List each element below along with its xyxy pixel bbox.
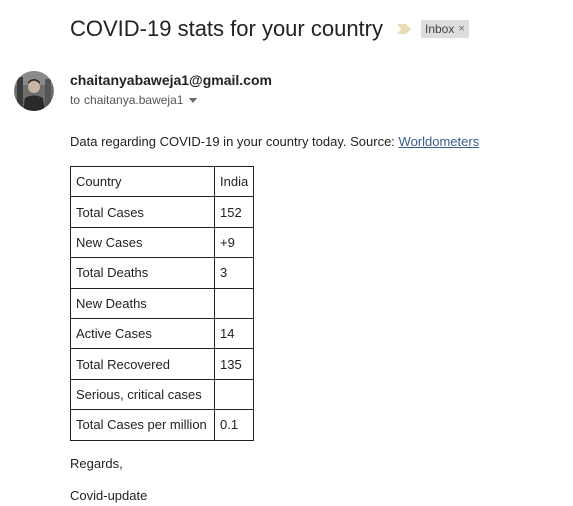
chevron-down-icon[interactable] xyxy=(189,97,198,103)
table-cell-key: Active Cases xyxy=(70,317,215,350)
table-cell-key: Total Cases xyxy=(70,196,215,228)
table-row: New Cases +9 xyxy=(70,226,255,259)
stats-table: Country India Total Cases 152 New Cases +9 Tot… xyxy=(70,165,255,441)
table-cell-key: New Cases xyxy=(70,226,215,259)
recipient-name: chaitanya.baweja1 xyxy=(84,93,184,107)
importance-marker-icon[interactable] xyxy=(397,24,411,34)
table-cell-key: New Deaths xyxy=(70,287,215,319)
regards-text: Regards, xyxy=(70,456,123,471)
table-cell-value: 3 xyxy=(213,257,255,289)
table-cell-value xyxy=(213,378,255,411)
table-cell-value: 14 xyxy=(213,317,255,350)
email-subject: COVID-19 stats for your country xyxy=(70,16,383,41)
table-cell-value: +9 xyxy=(213,226,255,259)
signature-text: Covid-update xyxy=(70,488,148,503)
source-link[interactable]: Worldometers xyxy=(399,134,480,149)
table-row: Total Recovered 135 xyxy=(70,348,255,380)
sender-email: chaitanyabaweja1@gmail.com xyxy=(70,72,272,88)
table-row: Country India xyxy=(70,165,255,198)
table-cell-value: India xyxy=(213,165,255,198)
avatar[interactable] xyxy=(14,71,54,111)
recipient-row: to chaitanya.baweja1 xyxy=(70,93,198,107)
table-cell-value: 0.1 xyxy=(213,409,255,441)
table-cell-key: Total Deaths xyxy=(70,257,215,289)
table-cell-value: 152 xyxy=(213,196,255,228)
table-row: Total Cases 152 xyxy=(70,196,255,228)
body-intro: Data regarding COVID-19 in your country … xyxy=(70,134,479,149)
table-cell-key: Total Recovered xyxy=(70,348,215,380)
table-row: Total Cases per million 0.1 xyxy=(70,409,255,441)
inbox-label-text: Inbox xyxy=(425,22,455,36)
table-row: Active Cases 14 xyxy=(70,317,255,350)
email-view: COVID-19 stats for your country Inbox × … xyxy=(0,0,573,506)
table-cell-key: Country xyxy=(70,165,215,198)
table-row: New Deaths xyxy=(70,287,255,319)
intro-text: Data regarding COVID-19 in your country … xyxy=(70,134,399,149)
close-icon[interactable]: × xyxy=(458,23,464,35)
inbox-label-chip[interactable]: Inbox × xyxy=(421,20,469,38)
recipient-prefix: to xyxy=(70,93,81,107)
table-cell-value: 135 xyxy=(213,348,255,380)
table-cell-value xyxy=(213,287,255,319)
table-row: Total Deaths 3 xyxy=(70,257,255,289)
table-cell-key: Total Cases per million xyxy=(70,409,215,441)
table-cell-key: Serious, critical cases xyxy=(70,378,215,411)
subject-row: COVID-19 stats for your country Inbox × xyxy=(70,16,469,42)
table-row: Serious, critical cases xyxy=(70,378,255,411)
